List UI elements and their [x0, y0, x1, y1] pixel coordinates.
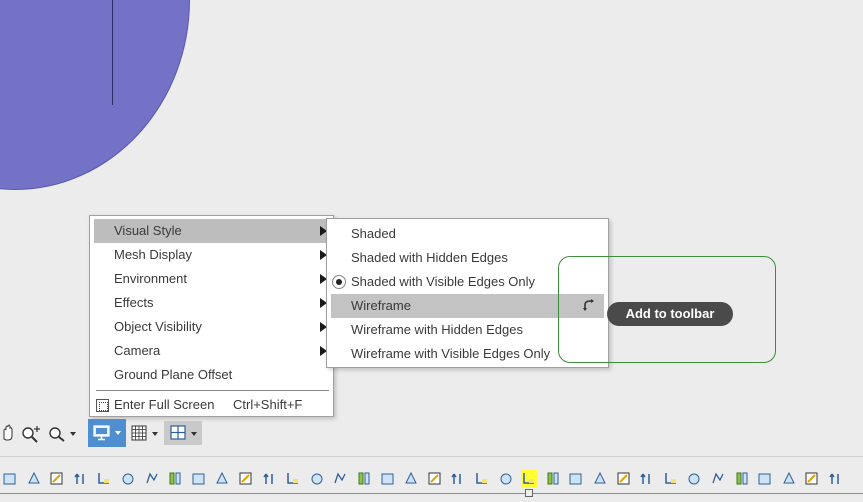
- timeline-feature-icon[interactable]: [663, 470, 679, 488]
- timeline-feature-icon[interactable]: [238, 470, 254, 488]
- timeline-feature-icon[interactable]: [144, 470, 160, 488]
- menu-item-shaded[interactable]: Shaded: [327, 222, 608, 246]
- menu-item-label: Effects: [114, 295, 154, 310]
- timeline-feature-icon[interactable]: [427, 470, 443, 488]
- menu-item-label: Enter Full Screen: [114, 397, 215, 412]
- grid-icon: [131, 425, 147, 441]
- timeline-feature-icon[interactable]: [262, 470, 278, 488]
- timeline-feature-icon[interactable]: [120, 470, 136, 488]
- menu-item-label: Shaded: [351, 226, 396, 241]
- timeline-feature-icon[interactable]: [804, 470, 820, 488]
- viewports-button[interactable]: [164, 421, 202, 445]
- model-edge-line: [112, 0, 113, 105]
- zoom-window-icon[interactable]: [20, 421, 42, 445]
- menu-item-label: Camera: [114, 343, 161, 358]
- timeline-feature-icon[interactable]: [380, 470, 396, 488]
- display-settings-button[interactable]: [88, 419, 126, 447]
- menu-item-object-visibility[interactable]: Object Visibility: [90, 315, 333, 339]
- timeline-bar: [0, 456, 863, 502]
- timeline-feature-icon[interactable]: [26, 470, 42, 488]
- timeline-feature-icon[interactable]: [639, 470, 655, 488]
- timeline-feature-icon[interactable]: [521, 470, 538, 488]
- menu-separator: [96, 390, 329, 391]
- timeline-feature-icon[interactable]: [49, 470, 65, 488]
- timeline-feature-icon[interactable]: [450, 470, 466, 488]
- timeline-feature-icon[interactable]: [757, 470, 773, 488]
- timeline-feature-icon[interactable]: [96, 470, 112, 488]
- chevron-down-icon: [152, 432, 158, 436]
- timeline-marker-handle[interactable]: [525, 489, 533, 497]
- radio-selected-icon: [332, 275, 346, 289]
- timeline-feature-icon[interactable]: [73, 470, 89, 488]
- timeline-feature-icon[interactable]: [403, 470, 419, 488]
- timeline-feature-icon[interactable]: [332, 470, 348, 488]
- chevron-down-icon: [115, 431, 121, 435]
- menu-item-label: Environment: [114, 271, 187, 286]
- timeline-feature-icon[interactable]: [686, 470, 702, 488]
- add-to-toolbar-tooltip: Add to toolbar: [607, 302, 733, 326]
- timeline-feature-icon[interactable]: [214, 470, 230, 488]
- display-settings-menu: Visual Style Mesh Display Environment Ef…: [89, 215, 334, 417]
- timeline-feature-icon[interactable]: [309, 470, 325, 488]
- menu-item-shortcut: Ctrl+Shift+F: [233, 397, 303, 412]
- menu-item-label: Ground Plane Offset: [114, 367, 233, 382]
- timeline-feature-icon[interactable]: [191, 470, 207, 488]
- timeline-feature-icon[interactable]: [710, 470, 726, 488]
- menu-item-label: Wireframe: [351, 298, 411, 313]
- chevron-down-icon: [191, 432, 197, 436]
- menu-item-label: Wireframe with Visible Edges Only: [351, 346, 551, 361]
- timeline-feature-icon[interactable]: [356, 470, 372, 488]
- timeline-feature-icon[interactable]: [616, 470, 632, 488]
- timeline-feature-icon[interactable]: [828, 470, 844, 488]
- menu-item-ground-plane-offset[interactable]: Ground Plane Offset: [90, 363, 333, 387]
- menu-item-visual-style[interactable]: Visual Style: [94, 219, 329, 243]
- zoom-icon[interactable]: [46, 421, 78, 445]
- pan-hand-icon[interactable]: [0, 421, 16, 445]
- menu-item-label: Object Visibility: [114, 319, 202, 334]
- viewports-icon: [170, 425, 186, 440]
- timeline-feature-icon[interactable]: [498, 470, 514, 488]
- timeline-feature-icon[interactable]: [734, 470, 750, 488]
- menu-item-camera[interactable]: Camera: [90, 339, 333, 363]
- timeline-track: [0, 493, 863, 494]
- menu-item-environment[interactable]: Environment: [90, 267, 333, 291]
- fullscreen-icon: [96, 399, 109, 412]
- menu-item-label: Shaded with Hidden Edges: [351, 250, 508, 265]
- timeline-feature-icon[interactable]: [167, 470, 183, 488]
- timeline-feature-icon[interactable]: [474, 470, 490, 488]
- display-settings-icon: [93, 425, 110, 441]
- timeline-feature-icon[interactable]: [285, 470, 301, 488]
- menu-item-label: Visual Style: [114, 223, 182, 238]
- model-body[interactable]: [0, 0, 190, 190]
- navigation-bar: [0, 419, 210, 447]
- menu-item-mesh-display[interactable]: Mesh Display: [90, 243, 333, 267]
- timeline-features: [0, 470, 863, 490]
- menu-item-label: Shaded with Visible Edges Only: [351, 274, 536, 289]
- timeline-feature-icon[interactable]: [592, 470, 608, 488]
- timeline-feature-icon[interactable]: [781, 470, 797, 488]
- timeline-feature-icon[interactable]: [568, 470, 584, 488]
- menu-item-label: Mesh Display: [114, 247, 193, 262]
- timeline-feature-icon[interactable]: [545, 470, 561, 488]
- menu-item-label: Wireframe with Hidden Edges: [351, 322, 523, 337]
- menu-item-effects[interactable]: Effects: [90, 291, 333, 315]
- timeline-feature-icon[interactable]: [2, 470, 18, 488]
- menu-item-enter-full-screen[interactable]: Enter Full Screen Ctrl+Shift+F: [90, 393, 333, 417]
- grid-button[interactable]: [128, 421, 162, 445]
